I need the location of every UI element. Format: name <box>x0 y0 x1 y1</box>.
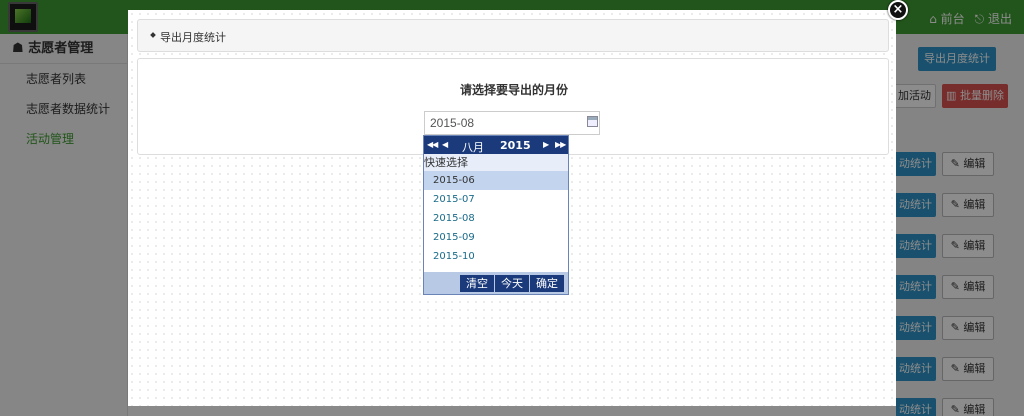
export-modal: 导出月度统计 请选择要导出的月份 2015-08 ◀◀ ◀ 八月 2015 ▶ … <box>128 10 896 406</box>
quick-select-label: 快速选择 <box>424 154 568 171</box>
ok-button[interactable]: 确定 <box>530 275 564 292</box>
breadcrumb-label: 导出月度统计 <box>160 31 226 44</box>
quick-option-2015-07[interactable]: 2015-07 <box>424 190 568 209</box>
month-picker-popup: ◀◀ ◀ 八月 2015 ▶ ▶▶ 快速选择 2015-06 2015-07 2… <box>423 135 569 295</box>
quick-option-2015-08[interactable]: 2015-08 <box>424 209 568 228</box>
prev-month-icon[interactable]: ◀ <box>442 139 448 150</box>
clear-button[interactable]: 清空 <box>460 275 494 292</box>
diamond-icon <box>150 32 156 38</box>
close-icon[interactable]: × <box>888 0 908 20</box>
month-input[interactable]: 2015-08 <box>424 111 600 135</box>
picker-footer: 清空 今天 确定 <box>424 272 568 294</box>
panel-title: 请选择要导出的月份 <box>459 83 568 97</box>
picker-month[interactable]: 八月 <box>462 139 484 155</box>
calendar-icon[interactable] <box>587 116 598 127</box>
breadcrumb: 导出月度统计 <box>137 19 889 52</box>
next-year-icon[interactable]: ▶▶ <box>555 139 566 150</box>
quick-option-2015-10[interactable]: 2015-10 <box>424 247 568 266</box>
quick-option-2015-06[interactable]: 2015-06 <box>424 171 568 190</box>
picker-year[interactable]: 2015 <box>500 139 531 152</box>
quick-option-2015-09[interactable]: 2015-09 <box>424 228 568 247</box>
picker-header: ◀◀ ◀ 八月 2015 ▶ ▶▶ <box>424 136 568 154</box>
next-month-icon[interactable]: ▶ <box>543 139 549 150</box>
today-button[interactable]: 今天 <box>495 275 529 292</box>
prev-year-icon[interactable]: ◀◀ <box>427 139 438 150</box>
